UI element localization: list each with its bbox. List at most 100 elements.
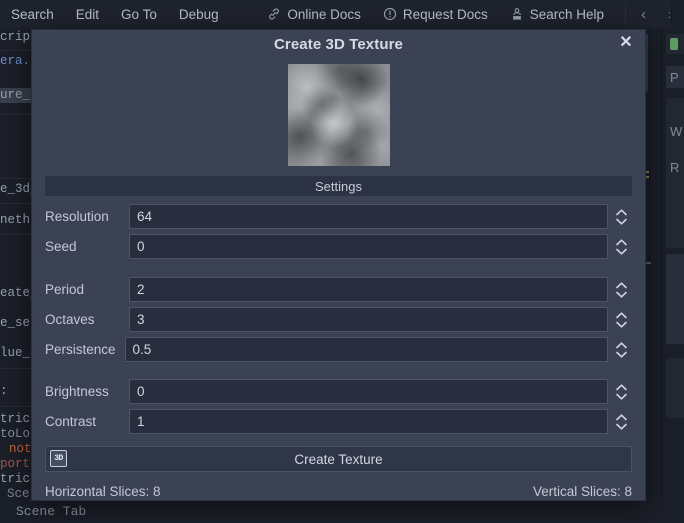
label-persistence: Persistence <box>45 342 116 357</box>
menu-item-request-docs[interactable]: Request Docs <box>372 0 499 28</box>
divider <box>0 114 32 115</box>
code-line: tric <box>0 472 31 486</box>
spinner-brightness[interactable] <box>610 379 632 404</box>
menu-label: Go To <box>121 6 157 22</box>
divider <box>0 234 32 235</box>
right-dock-panel[interactable]: P W R <box>640 28 684 523</box>
code-line: e_sel <box>0 316 32 330</box>
close-icon[interactable]: ✕ <box>615 32 637 54</box>
settings-section-header: Settings <box>45 176 632 196</box>
code-line: eate_ <box>0 286 32 300</box>
field-row-contrast: Contrast 1 <box>45 409 632 434</box>
label-seed: Seed <box>45 239 77 254</box>
code-line: port <box>0 457 31 471</box>
spinner-octaves[interactable] <box>610 307 632 332</box>
dock-section[interactable] <box>666 358 684 418</box>
texture-3d-icon: 3D <box>50 450 67 467</box>
menu-label: Search <box>11 6 54 22</box>
icon-text: 3D <box>54 454 63 463</box>
code-line: tric <box>0 412 31 426</box>
code-line: not <box>9 442 32 456</box>
slices-row: Horizontal Slices: 8 Vertical Slices: 8 <box>45 484 632 499</box>
spinner-contrast[interactable] <box>610 409 632 434</box>
dialog-body: Settings Resolution 64 Seed 0 Period 2 O… <box>32 58 645 499</box>
divider <box>661 28 662 523</box>
create-texture-label: Create Texture <box>294 451 383 467</box>
input-period[interactable]: 2 <box>129 277 608 302</box>
dock-label: W <box>670 124 683 139</box>
label-octaves: Octaves <box>45 312 95 327</box>
create-texture-button[interactable]: 3D Create Texture <box>45 446 632 472</box>
field-row-brightness: Brightness 0 <box>45 379 632 404</box>
value-octaves: 3 <box>137 312 145 327</box>
divider <box>0 50 32 51</box>
code-line: lue_c <box>0 346 32 360</box>
create-3d-texture-dialog: Create 3D Texture ✕ Settings Resolution … <box>32 30 645 500</box>
vertical-slices-label: Vertical Slices: 8 <box>532 484 632 499</box>
status-text: Scene Tab <box>16 504 87 519</box>
code-line: e_3d_ <box>0 182 32 196</box>
label-brightness: Brightness <box>45 384 109 399</box>
divider <box>0 178 32 179</box>
exclamation-circle-icon <box>383 7 397 21</box>
chevron-left-icon[interactable]: ‹ <box>630 1 657 27</box>
horizontal-slices-label: Horizontal Slices: 8 <box>45 484 161 499</box>
screen: cript era. ure_ e_3d_ neth eate_ e_sel l… <box>0 0 684 523</box>
dock-label: R <box>670 160 680 175</box>
code-line: era. <box>0 54 31 68</box>
status-dot-icon <box>670 38 678 50</box>
value-period: 2 <box>137 282 145 297</box>
menu-item-debug[interactable]: Debug <box>168 0 230 28</box>
code-line: neth <box>0 213 31 227</box>
menu-label: Request Docs <box>402 6 488 22</box>
menu-item-edit[interactable]: Edit <box>65 0 110 28</box>
spinner-seed[interactable] <box>610 234 632 259</box>
label-contrast: Contrast <box>45 414 97 429</box>
nav-back-label: ‹ <box>641 5 646 23</box>
field-row-octaves: Octaves 3 <box>45 307 632 332</box>
menubar-edge <box>670 0 684 28</box>
code-line: ure_ <box>0 88 32 103</box>
field-row-resolution: Resolution 64 <box>45 204 632 229</box>
value-resolution: 64 <box>137 209 153 224</box>
input-persistence[interactable]: 0.5 <box>124 337 608 362</box>
preview-container <box>45 58 632 176</box>
menu-label: Search Help <box>529 6 604 22</box>
menu-item-online-docs[interactable]: Online Docs <box>256 0 372 28</box>
value-brightness: 0 <box>137 384 145 399</box>
dialog-title: Create 3D Texture <box>274 35 403 53</box>
code-line: : <box>0 384 8 398</box>
script-editor-panel[interactable]: cript era. ure_ e_3d_ neth eate_ e_sel l… <box>0 28 32 523</box>
spinner-resolution[interactable] <box>610 204 632 229</box>
spinner-persistence[interactable] <box>610 337 632 362</box>
input-brightness[interactable]: 0 <box>129 379 608 404</box>
link-icon <box>267 7 281 21</box>
value-contrast: 1 <box>137 414 145 429</box>
dock-label: P <box>670 70 679 85</box>
menu-item-search-help[interactable]: Search Help <box>499 0 615 28</box>
field-row-persistence: Persistence 0.5 <box>45 337 632 362</box>
close-glyph: ✕ <box>619 34 633 51</box>
menu-item-go-to[interactable]: Go To <box>110 0 168 28</box>
doc-person-icon <box>510 7 524 21</box>
code-line: toLo <box>0 427 31 441</box>
value-seed: 0 <box>137 239 145 254</box>
divider <box>0 203 32 204</box>
label-period: Period <box>45 282 85 297</box>
label-resolution: Resolution <box>45 209 109 224</box>
input-resolution[interactable]: 64 <box>129 204 608 229</box>
spinner-period[interactable] <box>610 277 632 302</box>
dialog-titlebar: Create 3D Texture ✕ <box>32 30 645 58</box>
field-row-period: Period 2 <box>45 277 632 302</box>
input-octaves[interactable]: 3 <box>129 307 608 332</box>
divider <box>0 368 32 369</box>
menu-label: Edit <box>75 6 100 22</box>
divider <box>649 28 650 523</box>
dock-section[interactable] <box>666 254 684 344</box>
menu-item-search[interactable]: Search <box>0 0 65 28</box>
input-contrast[interactable]: 1 <box>129 409 608 434</box>
input-seed[interactable]: 0 <box>129 234 608 259</box>
menu-bar: Search Edit Go To Debug Online Docs Requ… <box>0 0 684 28</box>
